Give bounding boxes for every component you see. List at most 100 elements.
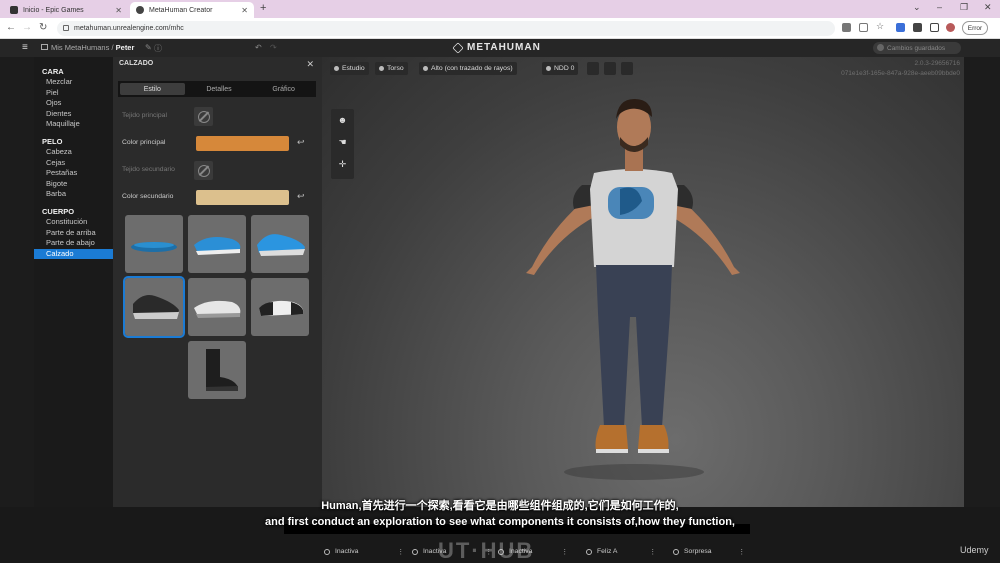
nav-item-dientes[interactable]: Dientes	[34, 109, 113, 120]
app-root: Inicio - Epic Games ✕ MetaHuman Creator …	[0, 0, 1000, 563]
close-tab-icon[interactable]: ✕	[241, 6, 248, 15]
tab-search-icon[interactable]: ⌄	[913, 2, 921, 13]
viewport-tools: ☻ ☚ ✛	[331, 109, 354, 179]
minimize-icon[interactable]: –	[937, 2, 942, 12]
breadcrumb-root[interactable]: Mis MetaHumans	[51, 43, 109, 52]
browser-tab-epic[interactable]: Inicio - Epic Games ✕	[4, 2, 128, 18]
3d-viewport[interactable]: Estudio Torso Alto (con trazado de rayos…	[322, 57, 964, 507]
quality-icon	[423, 66, 428, 71]
expression-slot-4[interactable]: Feliz A ⋮	[586, 545, 656, 558]
close-tab-icon[interactable]: ✕	[115, 6, 122, 15]
share-icon[interactable]	[859, 23, 868, 32]
app-header: ≡ Mis MetaHumans / Peter ✎ ⓘ ↶ ↷ METAHUM…	[0, 39, 1000, 57]
udemy-watermark: Udemy	[960, 545, 989, 555]
shoe-thumb-boot-black[interactable]	[188, 341, 246, 399]
url-field[interactable]: metahuman.unrealengine.com/mhc	[57, 21, 835, 36]
secondary-color-swatch[interactable]	[196, 190, 289, 205]
session-id-text: 071e1e3f-165e-847a-928e-aeeb09bbde0	[841, 70, 960, 77]
nav-item-maquillaje[interactable]: Maquillaje	[34, 119, 113, 130]
browser-tab-metahuman[interactable]: MetaHuman Creator ✕	[130, 2, 254, 18]
shoe-thumb-slip-on-blue[interactable]	[188, 215, 246, 273]
secondary-fabric-none-icon[interactable]	[194, 161, 213, 180]
more-menu-icon[interactable]: ⋮	[561, 548, 568, 556]
toolbar-label: Estudio	[342, 65, 365, 72]
tab-estilo[interactable]: Estilo	[120, 83, 185, 95]
restore-icon[interactable]: ❐	[960, 2, 968, 13]
lod-button[interactable]: NDD 0	[542, 62, 579, 75]
more-menu-icon[interactable]: ⋮	[397, 548, 404, 556]
breadcrumb: Mis MetaHumans / Peter	[41, 43, 134, 52]
nav-item-pestanas[interactable]: Pestañas	[34, 168, 113, 179]
nav-item-piel[interactable]: Piel	[34, 88, 113, 99]
metahuman-logo-icon	[452, 41, 464, 54]
shoe-thumb-sandal[interactable]	[125, 215, 183, 273]
profile-avatar-icon[interactable]	[946, 23, 955, 32]
nav-section-cara: CARA	[42, 67, 64, 76]
film-icon[interactable]	[621, 62, 633, 75]
globe-icon[interactable]	[604, 62, 616, 75]
nav-item-barba[interactable]: Barba	[34, 189, 113, 200]
home-icon[interactable]	[41, 44, 48, 50]
sidebar-icon[interactable]	[930, 23, 939, 32]
nav-item-bigote[interactable]: Bigote	[34, 179, 113, 190]
extensions-puzzle-icon[interactable]	[913, 23, 922, 32]
toolbar-label: Torso	[387, 65, 404, 72]
panel-close-icon[interactable]: ✕	[306, 59, 314, 70]
new-tab-button[interactable]: +	[260, 2, 266, 14]
help-icon[interactable]: ⓘ	[154, 43, 162, 54]
reset-primary-color-icon[interactable]: ↩	[297, 137, 305, 148]
shoe-thumb-oxford-black-white[interactable]	[251, 278, 309, 336]
bookmark-star-icon[interactable]: ☆	[876, 21, 885, 31]
primary-fabric-none-icon[interactable]	[194, 107, 213, 126]
reset-secondary-color-icon[interactable]: ↩	[297, 191, 305, 202]
expression-icon	[412, 548, 418, 555]
save-status-badge: Cambios guardados	[873, 42, 961, 54]
subtitle-english: and first conduct an exploration to see …	[265, 516, 735, 528]
epic-favicon-icon	[10, 6, 18, 14]
render-quality-button[interactable]: Alto (con trazado de rayos)	[419, 62, 517, 75]
reload-icon[interactable]: ↻	[39, 22, 47, 33]
nav-item-cejas[interactable]: Cejas	[34, 158, 113, 169]
version-text: 2.0.3-29656716	[914, 60, 960, 67]
hand-move-icon[interactable]: ☚	[331, 131, 354, 153]
tab-grafico[interactable]: Gráfico	[251, 81, 316, 97]
move-cross-icon[interactable]: ✛	[331, 153, 354, 175]
error-button[interactable]: Error	[962, 21, 988, 35]
nav-item-constitucion[interactable]: Constitución	[34, 217, 113, 228]
nav-item-parte-arriba[interactable]: Parte de arriba	[34, 228, 113, 239]
primary-color-label: Color principal	[122, 139, 166, 146]
face-select-icon[interactable]: ☻	[331, 109, 354, 131]
shoe-thumb-sneaker-black[interactable]	[123, 276, 185, 338]
lighting-studio-button[interactable]: Estudio	[330, 62, 369, 75]
forward-icon[interactable]: →	[22, 22, 32, 33]
wand-icon[interactable]	[587, 62, 599, 75]
shoe-thumb-loafer-white[interactable]	[188, 278, 246, 336]
nav-item-ojos[interactable]: Ojos	[34, 98, 113, 109]
tab-detalles[interactable]: Detalles	[187, 81, 252, 97]
redo-icon[interactable]: ↷	[270, 43, 277, 52]
primary-color-swatch[interactable]	[196, 136, 289, 151]
logo-text: METAHUMAN	[467, 42, 541, 53]
window-close-icon[interactable]: ✕	[984, 2, 992, 13]
nav-item-cabeza[interactable]: Cabeza	[34, 147, 113, 158]
lock-icon	[63, 25, 69, 31]
expression-slot-1[interactable]: Inactiva ⋮	[324, 545, 404, 558]
translate-icon[interactable]	[842, 23, 851, 32]
hamburger-menu-icon[interactable]: ≡	[22, 42, 28, 53]
subtitle-chinese: Human,首先进行一个探索,看看它是由哪些组件组成的,它们是如何工作的,	[321, 500, 679, 512]
back-icon[interactable]: ←	[6, 22, 16, 33]
rename-pencil-icon[interactable]: ✎	[145, 43, 152, 52]
more-menu-icon[interactable]: ⋮	[649, 548, 656, 556]
more-menu-icon[interactable]: ⋮	[738, 548, 745, 556]
expression-label: Sorpresa	[684, 548, 712, 555]
nav-item-calzado[interactable]: Calzado	[34, 248, 113, 260]
nav-item-parte-abajo[interactable]: Parte de abajo	[34, 238, 113, 249]
nav-item-mezclar[interactable]: Mezclar	[34, 77, 113, 88]
undo-icon[interactable]: ↶	[255, 43, 262, 52]
extension-icon[interactable]	[896, 23, 905, 32]
expression-slot-5[interactable]: Sorpresa ⋮	[673, 545, 745, 558]
expression-icon	[673, 548, 679, 555]
nav-section-pelo: PELO	[42, 136, 63, 146]
shoe-thumb-sneaker-blue[interactable]	[251, 215, 309, 273]
camera-torso-button[interactable]: Torso	[375, 62, 408, 75]
